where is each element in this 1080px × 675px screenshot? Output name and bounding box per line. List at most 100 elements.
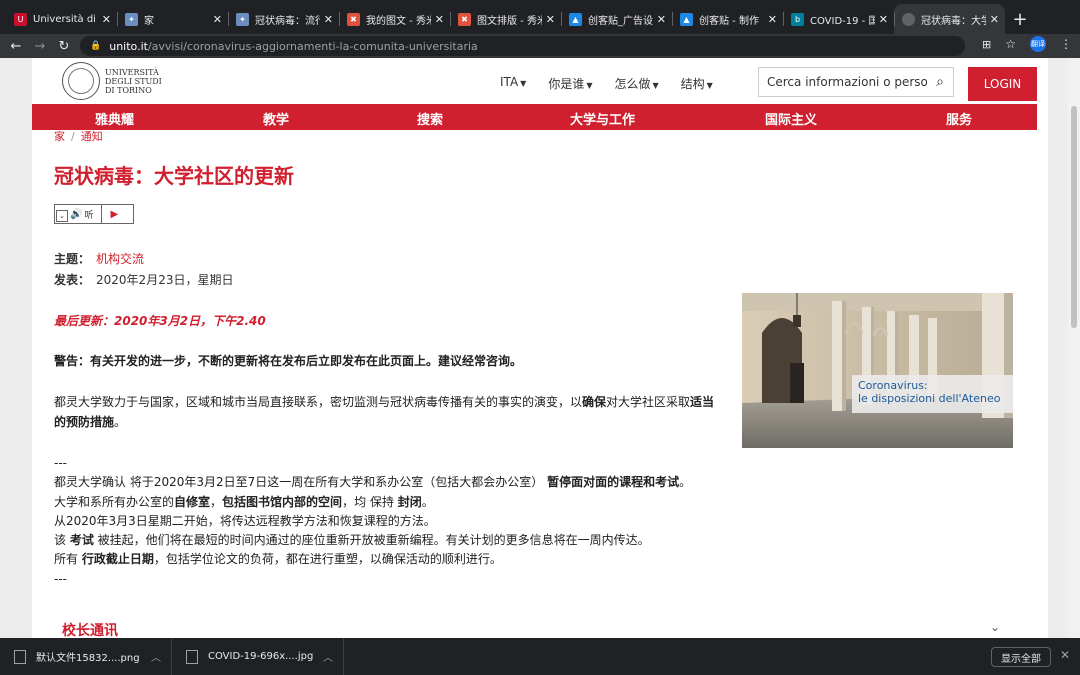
search-icon[interactable]: ⌕ [927, 74, 953, 90]
announcement-lines: --- 都灵大学确认 将于2020年3月2日至7日这一周在所有大学和系办公室（包… [54, 456, 692, 586]
favicon-icon: ✖ [458, 12, 471, 26]
address-bar[interactable]: 🔒 unito.it/avvisi/coronavirus-aggiorname… [80, 36, 965, 56]
published-row: 发表： 2020年2月23日，星期日 [54, 273, 234, 287]
play-icon[interactable]: ▶ [110, 209, 118, 220]
tab-title: 冠状病毒：流行 [255, 15, 320, 27]
hero-image: Coronavirus: le disposizioni dell'Ateneo [742, 293, 1013, 448]
page-viewport: UNIVERSITÀ DEGLI STUDI DI TORINO ITA ▼ 你是… [0, 58, 1080, 638]
download-item[interactable]: COVID-19-696x....jpg ︿ [172, 638, 344, 675]
tab-title: 我的图文 - 秀米 [366, 15, 431, 27]
profile-avatar[interactable]: 翻译 [1030, 36, 1046, 52]
browser-tab-bar: U Università di Pa ✕ ✦ 家 ✕ ✦ 冠状病毒：流行 ✕ ✖ 我的图文 -… [0, 0, 1080, 34]
chevron-down-icon[interactable]: ⌄ [990, 620, 1000, 634]
page-content: UNIVERSITÀ DEGLI STUDI DI TORINO ITA ▼ 你是… [32, 58, 1048, 638]
scrollbar-thumb[interactable] [1071, 106, 1077, 328]
speaker-icon: 🔊 [70, 208, 83, 220]
chevron-down-icon[interactable]: ⌄ [56, 210, 68, 222]
browser-tab[interactable]: ✦ 家 ✕ [117, 4, 228, 34]
breadcrumb-notices[interactable]: 通知 [81, 130, 103, 143]
topic-link[interactable]: 机构交流 [96, 252, 144, 266]
section-nav-item[interactable]: 雅典耀 [95, 109, 134, 128]
browser-tab[interactable]: ✖ 我的图文 - 秀米 ✕ [339, 4, 450, 34]
breadcrumb: 家 / 通知 [54, 130, 103, 143]
file-icon [186, 649, 198, 664]
topic-row: 主题： 机构交流 [54, 252, 145, 266]
browser-tab-active[interactable]: 冠状病毒：大学 ✕ [894, 4, 1005, 34]
search-placeholder: Cerca informazioni o persone [767, 75, 927, 89]
tab-title: COVID-19 - 国际 [810, 15, 875, 27]
browser-tab[interactable]: ✦ 冠状病毒：流行 ✕ [228, 4, 339, 34]
caret-down-icon: ▼ [586, 81, 593, 90]
image-caption: Coronavirus: le disposizioni dell'Ateneo [852, 375, 1013, 413]
forward-arrow-icon[interactable]: → [28, 39, 52, 54]
file-icon [14, 649, 26, 664]
close-icon[interactable]: ✕ [879, 13, 888, 26]
address-host: unito.it [109, 39, 148, 53]
section-nav-item[interactable]: 搜索 [417, 109, 443, 128]
star-icon[interactable]: ☆ [1005, 37, 1016, 51]
download-item[interactable]: 默认文件15832....png ︿ [0, 638, 172, 675]
nav-item-who[interactable]: 你是谁 ▼ [548, 75, 592, 92]
breadcrumb-home[interactable]: 家 [54, 130, 65, 143]
section-nav-item[interactable]: 大学与工作 [570, 109, 635, 128]
last-update: 最后更新：2020年3月2日，下午2.40 [54, 314, 266, 328]
browser-tab[interactable]: ▲ 创客贴 - 制作 ✕ [672, 4, 783, 34]
toolbar-actions: ⊞ ☆ 翻译 ⋮ [982, 36, 1072, 52]
address-path: /avvisi/coronavirus-aggiornamenti-la-com… [147, 39, 478, 53]
tab-title: 创客贴_广告设计 [588, 15, 653, 27]
close-icon[interactable]: ✕ [1060, 648, 1070, 662]
lock-icon: 🔒 [90, 41, 102, 51]
translate-icon[interactable]: ⊞ [982, 38, 991, 51]
caret-down-icon: ▼ [706, 81, 713, 90]
listen-widget[interactable]: ⌄ 🔊 听 ▶ [54, 204, 134, 224]
login-button[interactable]: LOGIN [968, 67, 1037, 101]
chevron-up-icon[interactable]: ︿ [151, 649, 161, 664]
nav-item-structure[interactable]: 结构 ▼ [681, 75, 713, 92]
caret-down-icon: ▼ [520, 79, 527, 88]
browser-tab[interactable]: ✖ 图文排版 - 秀米 ✕ [450, 4, 561, 34]
downloads-bar: 默认文件15832....png ︿ COVID-19-696x....jpg … [0, 638, 1080, 675]
section-rector-communications[interactable]: 校长通讯 [62, 620, 118, 638]
main-nav: ITA ▼ 你是谁 ▼ 怎么做 ▼ 结构 ▼ [500, 75, 713, 92]
site-search-input[interactable]: Cerca informazioni o persone ⌕ [758, 67, 954, 97]
favicon-icon: ✦ [125, 12, 138, 26]
reload-icon[interactable]: ↻ [52, 39, 76, 54]
nav-item-how[interactable]: 怎么做 ▼ [614, 75, 658, 92]
section-nav-bar: 雅典耀 教学 搜索 大学与工作 国际主义 服务 [32, 104, 1037, 130]
listen-label: 听 [84, 210, 94, 221]
download-filename: 默认文件15832....png [36, 653, 140, 664]
browser-tab[interactable]: U Università di Pa ✕ [6, 4, 117, 34]
show-all-button[interactable]: 显示全部 [991, 647, 1051, 667]
close-icon[interactable]: ✕ [324, 13, 333, 26]
seal-icon [62, 62, 100, 100]
back-arrow-icon[interactable]: ← [4, 39, 28, 54]
close-icon[interactable]: ✕ [435, 13, 444, 26]
page-scrollbar[interactable] [1068, 58, 1080, 638]
chevron-up-icon[interactable]: ︿ [323, 649, 333, 664]
close-icon[interactable]: ✕ [546, 13, 555, 26]
menu-kebab-icon[interactable]: ⋮ [1060, 37, 1072, 51]
section-nav-item[interactable]: 教学 [263, 109, 289, 128]
tab-title: 家 [144, 15, 154, 27]
close-icon[interactable]: ✕ [102, 13, 111, 26]
section-nav-item[interactable]: 国际主义 [765, 109, 817, 128]
tab-title: 图文排版 - 秀米 [477, 15, 542, 27]
favicon-icon: ✦ [236, 12, 249, 26]
browser-tab[interactable]: ▲ 创客贴_广告设计 ✕ [561, 4, 672, 34]
close-icon[interactable]: ✕ [213, 13, 222, 26]
close-icon[interactable]: ✕ [657, 13, 666, 26]
close-icon[interactable]: ✕ [768, 13, 777, 26]
close-icon[interactable]: ✕ [990, 13, 999, 26]
nav-item-language[interactable]: ITA ▼ [500, 75, 526, 92]
section-nav-item[interactable]: 服务 [946, 109, 972, 128]
tab-title: 冠状病毒：大学 [921, 15, 986, 27]
warning-text: 警告：有关开发的进一步，不断的更新将在发布后立即发布在此页面上。建议经常咨询。 [54, 354, 523, 368]
new-tab-button[interactable]: + [1005, 4, 1035, 34]
favicon-icon: ▲ [569, 12, 582, 26]
browser-tab[interactable]: b COVID-19 - 国际 ✕ [783, 4, 894, 34]
page-title: 冠状病毒：大学社区的更新 [54, 164, 294, 188]
university-logo[interactable]: UNIVERSITÀ DEGLI STUDI DI TORINO [62, 62, 162, 100]
site-header: UNIVERSITÀ DEGLI STUDI DI TORINO ITA ▼ 你是… [32, 58, 1048, 104]
intro-paragraph: 都灵大学致力于与国家，区域和城市当局直接联系，密切监测与冠状病毒传播有关的事实的… [54, 395, 715, 429]
favicon-icon: b [791, 12, 804, 26]
